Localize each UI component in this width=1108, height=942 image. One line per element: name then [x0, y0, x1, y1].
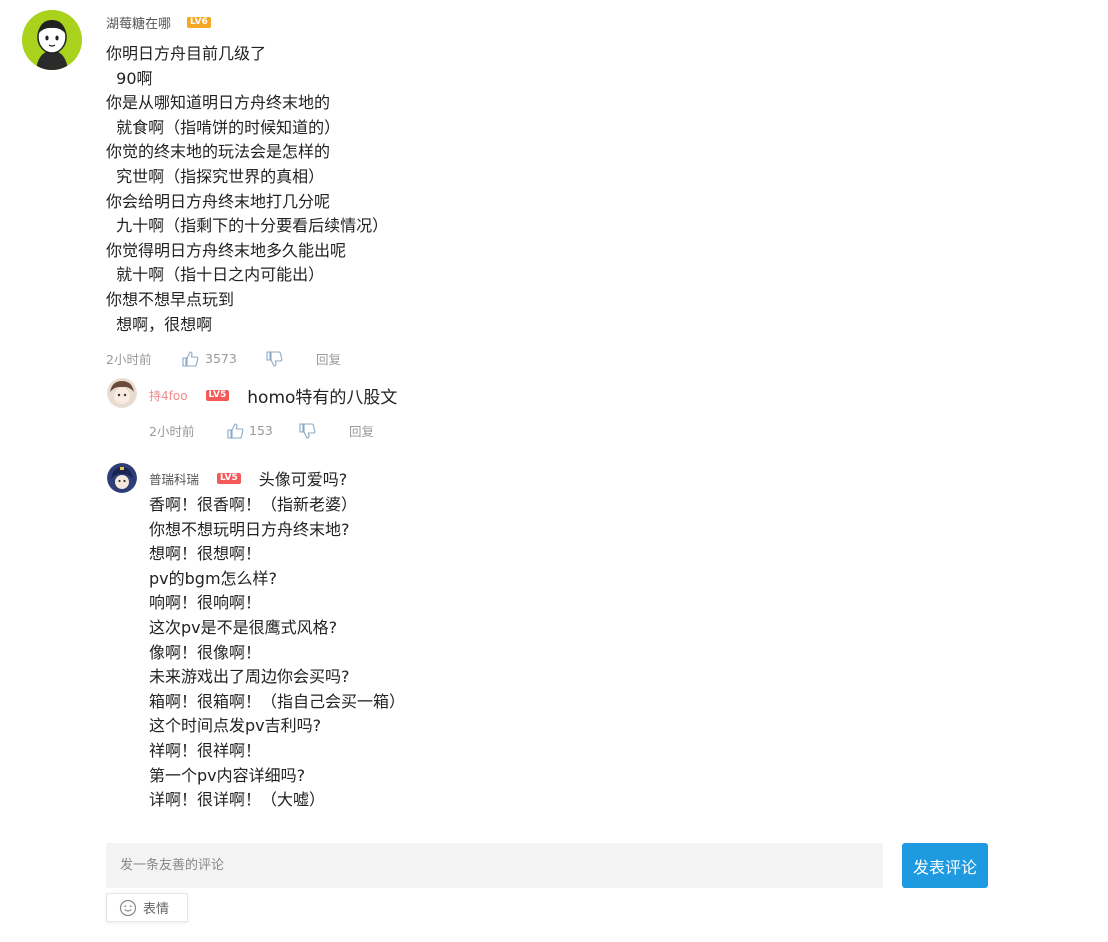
thumbs-down-icon	[266, 350, 283, 367]
text-line: 像啊！很像啊！	[149, 642, 262, 662]
text-line: 究世啊（指探究世界的真相）	[106, 166, 325, 186]
text-line: 90啊	[106, 68, 153, 88]
reply-button[interactable]: 回复	[316, 349, 341, 368]
text-line: 你是从哪知道明日方舟终末地的	[106, 93, 331, 113]
thumbs-down-icon	[299, 422, 316, 439]
thumbs-up-icon	[227, 422, 244, 439]
text-line: 详啊！很详啊！（大嘘）	[149, 790, 326, 810]
like-count: 153	[249, 423, 273, 438]
comment-username[interactable]: 湖莓糖在哪	[106, 13, 171, 32]
thumbs-up-icon	[182, 350, 199, 367]
reply-username[interactable]: 持4foo	[149, 387, 188, 404]
reply-avatar[interactable]	[107, 463, 137, 493]
text-line: 你想不想玩明日方舟终末地?	[149, 519, 350, 539]
comment-input[interactable]	[106, 843, 883, 888]
like-button[interactable]: 3573	[182, 350, 266, 367]
text-line: 想啊，很想啊	[106, 314, 213, 334]
submit-comment-button[interactable]: 发表评论	[902, 843, 988, 888]
dislike-button[interactable]	[299, 422, 349, 439]
text-line: 就十啊（指十日之内可能出）	[106, 265, 325, 285]
reply-avatar[interactable]	[107, 378, 137, 408]
reply-header: 持4foo LV5 homo特有的八股文	[149, 383, 397, 408]
comment-meta: 2小时前 3573 回复	[106, 349, 341, 368]
dislike-button[interactable]	[266, 350, 316, 367]
text-line: 你觉的终末地的玩法会是怎样的	[106, 142, 331, 162]
like-count: 3573	[205, 351, 237, 366]
reply-time: 2小时前	[149, 424, 195, 439]
avatar-anime-icon	[107, 378, 137, 408]
text-line: pv的bgm怎么样?	[149, 568, 278, 588]
reply-text: 头像可爱吗?	[258, 470, 348, 489]
reply-meta: 2小时前 153 回复	[149, 421, 374, 440]
smiley-icon	[119, 899, 137, 916]
text-line: 香啊！很香啊！（指新老婆）	[149, 495, 358, 514]
avatar-anime-icon	[107, 463, 137, 493]
comment-body: 你明日方舟目前几级了 90啊你是从哪知道明日方舟终末地的 就食啊（指啃饼的时候知…	[106, 42, 388, 337]
text-line: 第一个pv内容详细吗?	[149, 765, 306, 785]
text-line: 就食啊（指啃饼的时候知道的）	[106, 117, 341, 137]
text-line: 祥啊！很祥啊！	[149, 740, 262, 760]
comment-time: 2小时前	[106, 352, 152, 367]
level-badge: LV5	[205, 390, 230, 401]
comment-header: 湖莓糖在哪 LV6	[106, 13, 211, 32]
reply-body: 香啊！很香啊！（指新老婆） 你想不想玩明日方舟终末地? 想啊！很想啊！ pv的bgm怎…	[149, 493, 405, 813]
text-line: 箱啊！很箱啊！（指自己会买一箱）	[149, 691, 406, 711]
reply-username[interactable]: 普瑞科瑞	[149, 469, 199, 488]
text-line: 未来游戏出了周边你会买吗?	[149, 667, 350, 687]
reply-button[interactable]: 回复	[349, 421, 374, 440]
level-badge: LV5	[217, 472, 241, 484]
emoji-label: 表情	[143, 902, 170, 917]
text-line: 这次pv是不是很鹰式风格?	[149, 617, 338, 637]
text-line: 九十啊（指剩下的十分要看后续情况）	[106, 216, 389, 236]
text-line: 你想不想早点玩到	[106, 289, 235, 309]
level-badge: LV6	[187, 17, 211, 28]
reply-text: homo特有的八股文	[247, 388, 398, 408]
user-avatar[interactable]	[22, 10, 82, 70]
emoji-button[interactable]: 表情	[106, 893, 188, 922]
text-line: 响啊！很响啊！	[149, 593, 262, 613]
text-line: 你觉得明日方舟终末地多久能出呢	[106, 240, 347, 260]
text-line: 你明日方舟目前几级了	[106, 44, 267, 63]
text-line: 想啊！很想啊！	[149, 544, 262, 564]
text-line: 你会给明日方舟终末地打几分呢	[106, 191, 331, 211]
text-line: 这个时间点发pv吉利吗?	[149, 716, 322, 736]
like-button[interactable]: 153	[227, 422, 299, 439]
avatar-cartoon-icon	[22, 10, 82, 70]
reply-header: 普瑞科瑞 LV5 头像可爱吗?	[149, 466, 347, 490]
